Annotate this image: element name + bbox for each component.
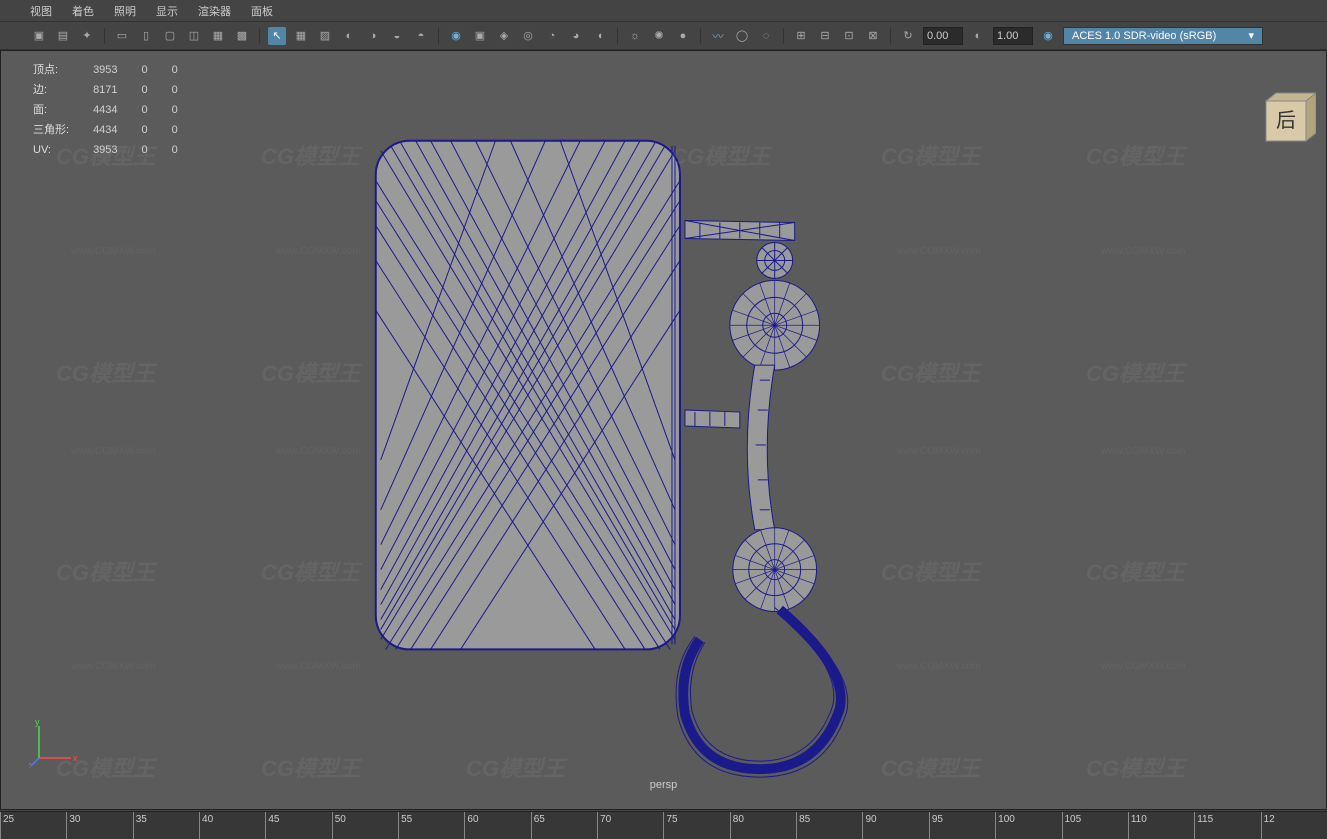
menu-view[interactable]: 视图 bbox=[30, 3, 52, 19]
tool-d-icon[interactable]: ⊠ bbox=[864, 27, 882, 45]
field-chart-icon[interactable]: ▦ bbox=[209, 27, 227, 45]
tool-a-icon[interactable]: ⊞ bbox=[792, 27, 810, 45]
panel-toolbar: ▣ ▤ ✦ ▭ ▯ ▢ ◫ ▦ ▩ ↖ ▦ ▨ ◐ ◑ ◒ ◓ ◉ ▣ ◈ ◎ … bbox=[0, 22, 1327, 50]
grid-icon[interactable]: ▦ bbox=[292, 27, 310, 45]
menu-renderer[interactable]: 渲染器 bbox=[198, 3, 231, 19]
shaded-icon[interactable]: ◐ bbox=[340, 27, 358, 45]
gamma-icon[interactable]: ◐ bbox=[969, 27, 987, 45]
gamma-input[interactable] bbox=[993, 27, 1033, 45]
no-light-icon[interactable]: ◌ bbox=[757, 27, 775, 45]
bookmark-icon[interactable]: ✦ bbox=[78, 27, 96, 45]
timeline-tick[interactable]: 40 bbox=[199, 812, 265, 839]
all-lights-icon[interactable]: ✺ bbox=[650, 27, 668, 45]
timeline-tick[interactable]: 70 bbox=[597, 812, 663, 839]
timeline-tick[interactable]: 25 bbox=[0, 812, 66, 839]
timeline-tick[interactable]: 65 bbox=[531, 812, 597, 839]
isolate-select-icon[interactable]: ◉ bbox=[447, 27, 465, 45]
separator bbox=[783, 28, 784, 44]
model-wireframe bbox=[1, 51, 1326, 809]
separator bbox=[700, 28, 701, 44]
menu-show[interactable]: 显示 bbox=[156, 3, 178, 19]
timeline-tick[interactable]: 55 bbox=[398, 812, 464, 839]
resolution-gate-icon[interactable]: ▢ bbox=[161, 27, 179, 45]
menu-shading[interactable]: 着色 bbox=[72, 3, 94, 19]
separator bbox=[104, 28, 105, 44]
viewcube-face-label: 后 bbox=[1276, 109, 1296, 132]
timeline-tick[interactable]: 50 bbox=[332, 812, 398, 839]
camera-name-label: persp bbox=[650, 779, 678, 791]
xray-icon[interactable]: ▣ bbox=[471, 27, 489, 45]
timeline-tick[interactable]: 95 bbox=[929, 812, 995, 839]
refresh-icon[interactable]: ↻ bbox=[899, 27, 917, 45]
anti-alias-icon[interactable]: ◖ bbox=[591, 27, 609, 45]
timeline-ruler[interactable]: 2530354045505560657075808590951001051101… bbox=[0, 812, 1327, 839]
shadows-icon[interactable]: ◓ bbox=[412, 27, 430, 45]
depth-of-field-icon[interactable]: ◎ bbox=[519, 27, 537, 45]
timeline-tick[interactable]: 45 bbox=[265, 812, 331, 839]
time-slider[interactable]: 2530354045505560657075808590951001051101… bbox=[0, 811, 1327, 839]
svg-text:y: y bbox=[35, 718, 40, 727]
chevron-down-icon: ▾ bbox=[1248, 29, 1254, 42]
fog-icon[interactable]: 〰 bbox=[709, 27, 727, 45]
view-cube[interactable]: 后 bbox=[1256, 91, 1316, 151]
timeline-tick[interactable]: 30 bbox=[66, 812, 132, 839]
panel-menu-bar: 视图 着色 照明 显示 渲染器 面板 bbox=[0, 0, 1327, 22]
timeline-tick[interactable]: 80 bbox=[730, 812, 796, 839]
flat-light-icon[interactable]: ● bbox=[674, 27, 692, 45]
ao-icon[interactable]: ◕ bbox=[567, 27, 585, 45]
axis-gizmo: y x z bbox=[29, 718, 79, 771]
timeline-tick[interactable]: 105 bbox=[1062, 812, 1128, 839]
separator bbox=[890, 28, 891, 44]
use-all-lights-icon[interactable]: ◒ bbox=[388, 27, 406, 45]
svg-text:z: z bbox=[29, 760, 32, 768]
timeline-tick[interactable]: 115 bbox=[1194, 812, 1260, 839]
gate-mask-icon[interactable]: ◫ bbox=[185, 27, 203, 45]
timeline-tick[interactable]: 60 bbox=[464, 812, 530, 839]
camera-attr-icon[interactable]: ▤ bbox=[54, 27, 72, 45]
image-plane-icon[interactable]: ▭ bbox=[113, 27, 131, 45]
menu-panels[interactable]: 面板 bbox=[251, 3, 273, 19]
hardware-fog-icon[interactable]: ◯ bbox=[733, 27, 751, 45]
exposure-input[interactable] bbox=[923, 27, 963, 45]
timeline-tick[interactable]: 85 bbox=[796, 812, 862, 839]
tool-c-icon[interactable]: ⊡ bbox=[840, 27, 858, 45]
color-transform-dropdown[interactable]: ACES 1.0 SDR-video (sRGB) ▾ bbox=[1063, 27, 1263, 45]
separator bbox=[617, 28, 618, 44]
tool-b-icon[interactable]: ⊟ bbox=[816, 27, 834, 45]
svg-text:x: x bbox=[73, 753, 78, 763]
select-tool-icon[interactable]: ↖ bbox=[268, 27, 286, 45]
separator bbox=[438, 28, 439, 44]
film-gate-icon[interactable]: ▯ bbox=[137, 27, 155, 45]
timeline-tick[interactable]: 100 bbox=[995, 812, 1061, 839]
color-mgmt-icon[interactable]: ◉ bbox=[1039, 27, 1057, 45]
separator bbox=[259, 28, 260, 44]
camera-select-icon[interactable]: ▣ bbox=[30, 27, 48, 45]
textured-icon[interactable]: ◑ bbox=[364, 27, 382, 45]
timeline-tick[interactable]: 110 bbox=[1128, 812, 1194, 839]
timeline-tick[interactable]: 75 bbox=[663, 812, 729, 839]
timeline-tick[interactable]: 35 bbox=[133, 812, 199, 839]
default-light-icon[interactable]: ☼ bbox=[626, 27, 644, 45]
menu-lighting[interactable]: 照明 bbox=[114, 3, 136, 19]
timeline-tick[interactable]: 12 bbox=[1261, 812, 1327, 839]
xray-joints-icon[interactable]: ◈ bbox=[495, 27, 513, 45]
wireframe-icon[interactable]: ▨ bbox=[316, 27, 334, 45]
viewport[interactable]: 顶点:395300 边:817100 面:443400 三角形:443400 U… bbox=[0, 50, 1327, 810]
motion-blur-icon[interactable]: ◔ bbox=[543, 27, 561, 45]
safe-action-icon[interactable]: ▩ bbox=[233, 27, 251, 45]
color-transform-label: ACES 1.0 SDR-video (sRGB) bbox=[1072, 30, 1216, 42]
timeline-tick[interactable]: 90 bbox=[862, 812, 928, 839]
